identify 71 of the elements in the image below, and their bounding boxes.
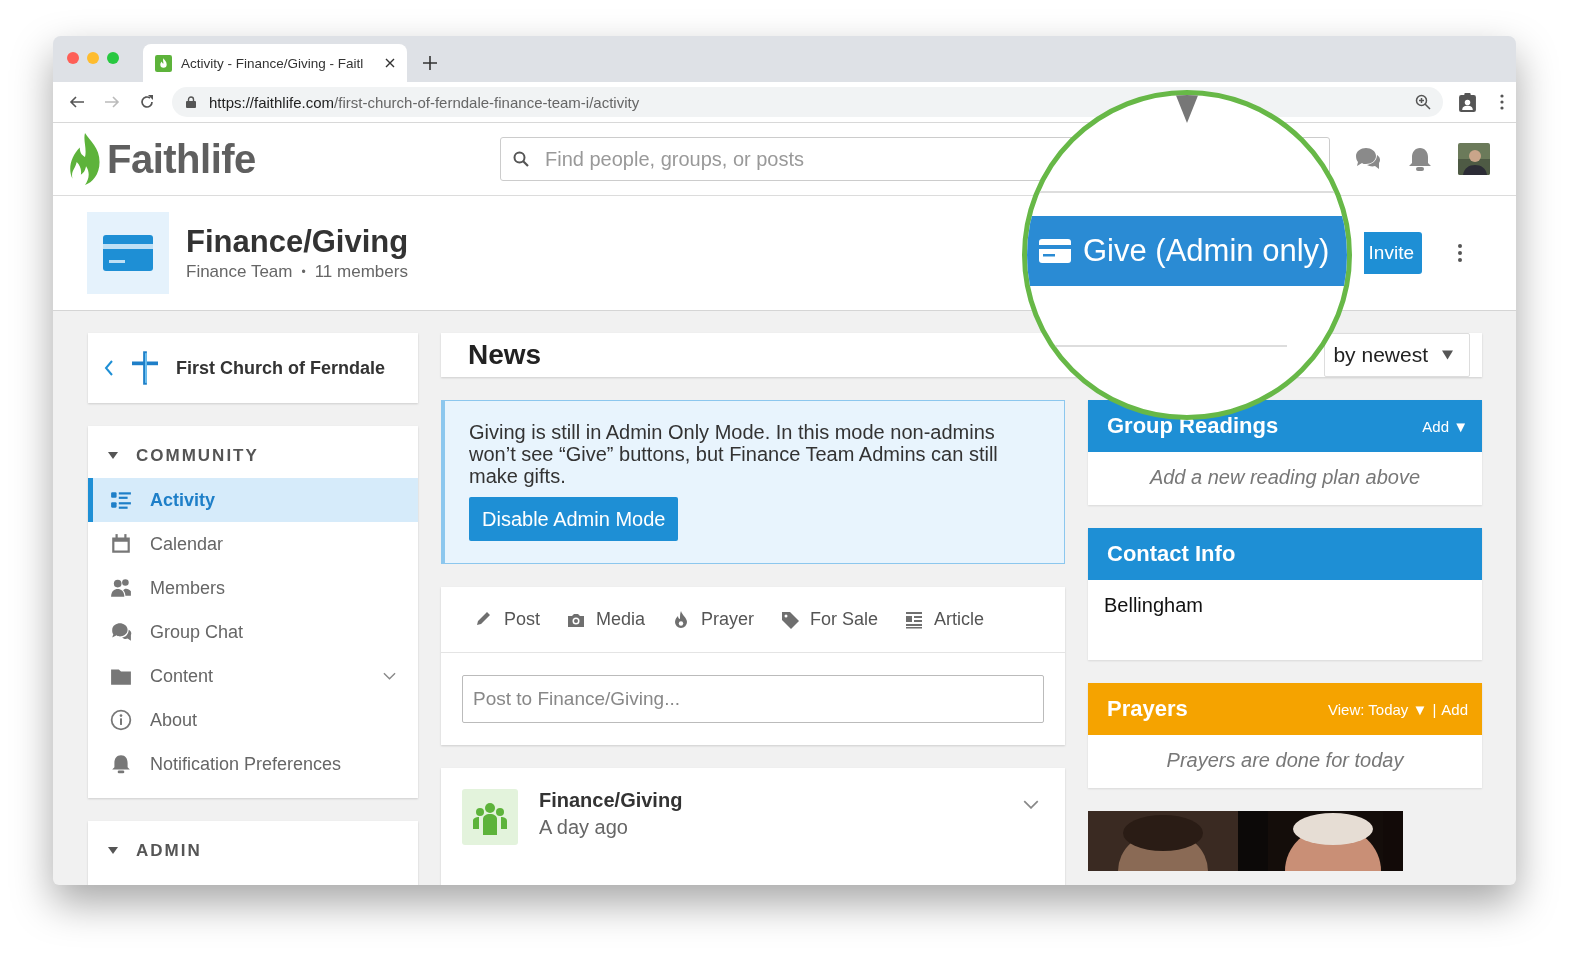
sidebar-item[interactable]: Group Chat <box>88 610 418 654</box>
widget-header: Contact Info <box>1088 528 1482 580</box>
member-count[interactable]: 11 members <box>314 262 408 282</box>
group-icon <box>462 789 518 845</box>
credit-card-icon <box>103 235 153 271</box>
sidebar-item-icon <box>110 621 132 643</box>
credit-card-icon <box>1039 239 1071 263</box>
sidebar-item-icon <box>110 709 132 731</box>
widget-text: Prayers are done for today <box>1166 749 1404 771</box>
cross-icon <box>132 351 158 385</box>
lock-icon <box>186 96 196 108</box>
section-heading[interactable]: COMMUNITY <box>136 446 259 466</box>
dropdown-pointer-icon <box>1175 95 1199 123</box>
address-bar[interactable]: https://faithlife.com/first-church-of-ferndale-finance-team-i/activity <box>172 87 1443 117</box>
give-button[interactable]: Give (Admin only) <box>1027 216 1347 286</box>
back-icon[interactable] <box>69 94 85 110</box>
expand-chevron-icon[interactable] <box>383 672 396 680</box>
notice-text: Giving is still in Admin Only Mode. In this mode non-admins won’t see “Give” buttons, but Finance Team Admins can still make gifts. <box>469 421 999 487</box>
composer-tab[interactable]: For Sale <box>780 609 879 630</box>
caret-icon <box>1442 350 1453 360</box>
sidebar-item-icon <box>110 753 132 775</box>
collapse-triangle-icon[interactable] <box>108 847 118 855</box>
widget-text: Add a new reading plan above <box>1149 466 1421 488</box>
group-name: Finance/Giving <box>186 224 409 260</box>
section-heading[interactable]: ADMIN <box>136 841 202 861</box>
reload-icon[interactable] <box>139 94 155 110</box>
sidebar-item[interactable]: Notification Preferences <box>88 742 418 786</box>
zoom-icon[interactable] <box>1415 94 1431 110</box>
composer-tab-icon <box>780 609 801 630</box>
sidebar-item-icon <box>110 489 132 511</box>
back-chevron-icon <box>104 359 114 377</box>
widget-text: Bellingham <box>1104 594 1203 616</box>
close-icon[interactable] <box>385 58 395 68</box>
menu-icon[interactable] <box>1500 94 1504 110</box>
chat-icon[interactable] <box>1354 146 1382 172</box>
collapse-triangle-icon[interactable] <box>108 452 118 460</box>
post-author[interactable]: Finance/Giving <box>539 789 1002 812</box>
news-heading: News <box>468 339 543 371</box>
sidebar-item[interactable]: About <box>88 698 418 742</box>
search-icon <box>513 151 529 167</box>
widget-header: Prayers View: Today ▼ | Add <box>1088 683 1482 735</box>
sidebar-item[interactable]: Members <box>88 566 418 610</box>
sidebar-item-icon <box>110 533 132 555</box>
composer-tab[interactable]: Post <box>474 609 541 630</box>
sidebar-item[interactable]: Content <box>88 654 418 698</box>
composer-tab[interactable]: Prayer <box>671 609 755 630</box>
composer-tab[interactable]: Article <box>904 609 985 630</box>
logo-text[interactable]: Faithlife <box>107 136 256 182</box>
separator-dot: • <box>301 265 306 279</box>
flame-icon <box>155 54 172 72</box>
sort-dropdown[interactable]: by newest <box>1324 333 1470 377</box>
widget-action-link[interactable]: Add ▼ <box>1422 417 1468 435</box>
chevron-icon[interactable] <box>1023 800 1039 809</box>
browser-tab[interactable]: Activity - Finance/Giving - Faitl <box>143 44 407 82</box>
post-time[interactable]: A day ago <box>539 816 1002 839</box>
group-team[interactable]: Finance Team <box>186 262 293 282</box>
disable-admin-mode-button[interactable]: Disable Admin Mode <box>469 497 679 541</box>
invite-button[interactable]: Invite <box>1363 232 1422 274</box>
sidebar-item[interactable]: Calendar <box>88 522 418 566</box>
more-icon[interactable] <box>1458 244 1462 262</box>
parent-group-link[interactable]: First Church of Ferndale <box>88 333 418 403</box>
sidebar-item-icon <box>110 577 132 599</box>
badge-icon[interactable] <box>1459 92 1476 112</box>
composer-tab[interactable]: Media <box>566 609 646 630</box>
sidebar-item[interactable]: Activity <box>88 478 418 522</box>
widget-header: Group Readings Add ▼ <box>1088 400 1482 452</box>
flame-logo-icon <box>69 133 101 185</box>
new-tab-icon[interactable] <box>423 56 437 70</box>
composer-tab-icon <box>904 609 925 630</box>
post-input[interactable]: Post to Finance/Giving... <box>462 675 1044 723</box>
avatar[interactable] <box>1458 143 1490 175</box>
